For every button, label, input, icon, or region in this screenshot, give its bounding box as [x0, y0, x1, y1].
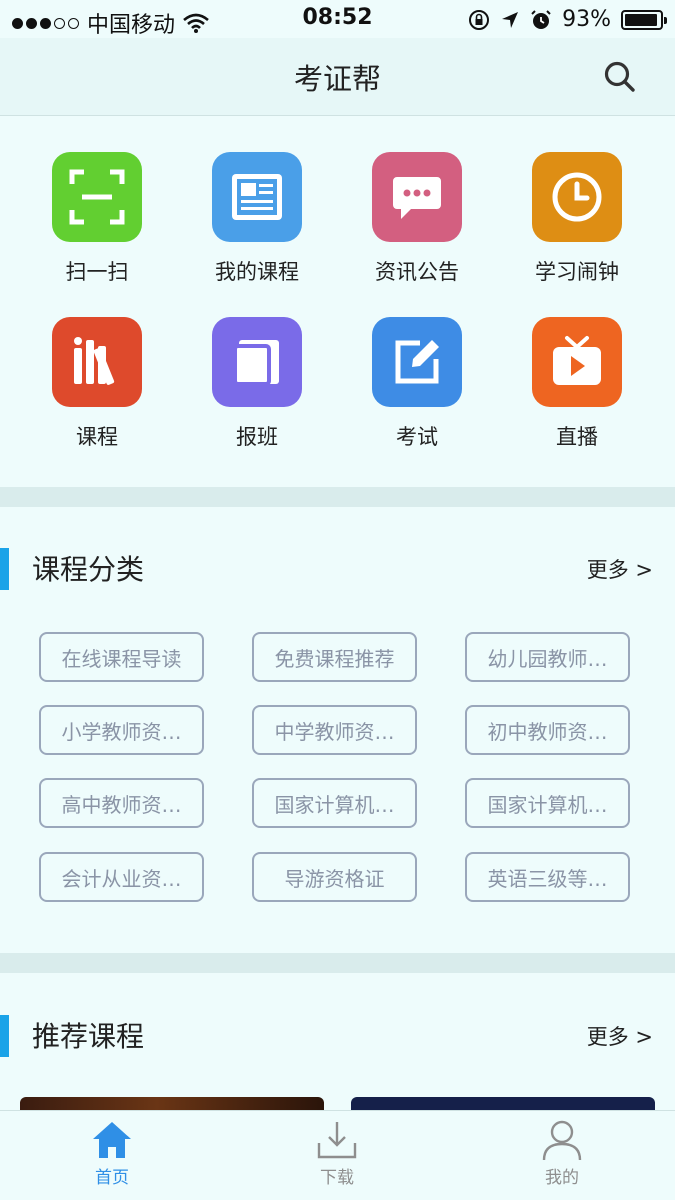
quick-item-live[interactable]: 直播	[497, 317, 657, 467]
search-icon[interactable]	[603, 60, 637, 94]
category-tag[interactable]: 小学教师资…	[39, 705, 204, 755]
quick-item-label: 资讯公告	[375, 260, 459, 284]
chat-bubble-icon	[393, 177, 441, 219]
category-tag[interactable]: 免费课程推荐	[252, 632, 417, 682]
quick-item-exam[interactable]: 考试	[337, 317, 497, 467]
edit-icon	[395, 340, 439, 384]
location-arrow-icon	[502, 11, 519, 28]
quick-item-label: 考试	[396, 425, 438, 449]
category-tag[interactable]: 会计从业资…	[39, 852, 204, 902]
battery-icon	[621, 9, 667, 30]
categories-more-link[interactable]: 更多 >	[587, 554, 653, 584]
scan-icon	[69, 169, 125, 225]
quick-item-label: 学习闹钟	[535, 260, 619, 284]
app-title: 考证帮	[293, 62, 381, 96]
section-divider	[0, 487, 675, 507]
quick-menu-grid: 扫一扫 我的课程 资讯公告 学习闹钟 课程 报班 考试 直播	[0, 117, 675, 487]
quick-item-icon-bg	[52, 152, 142, 242]
categories-header: 课程分类 更多 >	[0, 545, 675, 595]
quick-item-scan[interactable]: 扫一扫	[17, 152, 177, 302]
user-icon	[542, 1120, 582, 1161]
category-tag[interactable]: 在线课程导读	[39, 632, 204, 682]
quick-item-label: 扫一扫	[65, 260, 129, 284]
category-tag[interactable]: 高中教师资…	[39, 778, 204, 828]
download-icon	[317, 1122, 357, 1159]
quick-item-label: 我的课程	[215, 260, 299, 284]
category-tag[interactable]: 英语三级等…	[465, 852, 630, 902]
app-screen: 中国移动 08:52 93% 考证帮 扫一扫 我的课程 资讯公告 学习闹钟 课程…	[0, 0, 675, 1200]
tab-download[interactable]: 下载	[277, 1119, 397, 1188]
alarm-icon	[531, 9, 551, 29]
notebook-icon	[233, 340, 279, 386]
clock-icon	[552, 172, 602, 222]
section-accent-bar	[0, 548, 9, 590]
bottom-tab-bar: 首页 下载 我的	[0, 1110, 675, 1200]
quick-item-label: 报班	[236, 425, 278, 449]
quick-item-icon-bg	[372, 317, 462, 407]
home-icon	[93, 1122, 131, 1158]
section-title: 推荐课程	[32, 1020, 145, 1053]
quick-item-study-alarm[interactable]: 学习闹钟	[497, 152, 657, 302]
tab-label: 首页	[95, 1168, 129, 1188]
quick-item-label: 课程	[76, 425, 118, 449]
category-tag[interactable]: 中学教师资…	[252, 705, 417, 755]
category-tag[interactable]: 国家计算机…	[465, 778, 630, 828]
quick-item-icon-bg	[52, 317, 142, 407]
section-title: 课程分类	[32, 553, 145, 586]
category-tag[interactable]: 初中教师资…	[465, 705, 630, 755]
category-tag[interactable]: 导游资格证	[252, 852, 417, 902]
section-accent-bar	[0, 1015, 9, 1057]
quick-item-news[interactable]: 资讯公告	[337, 152, 497, 302]
quick-item-icon-bg	[372, 152, 462, 242]
rotation-lock-icon	[469, 9, 490, 30]
status-bar: 中国移动 08:52 93%	[0, 0, 675, 38]
tab-label: 下载	[320, 1168, 354, 1188]
news-icon	[232, 174, 282, 220]
tv-icon	[553, 336, 601, 385]
quick-item-enroll[interactable]: 报班	[177, 317, 337, 467]
recommend-more-link[interactable]: 更多 >	[587, 1021, 653, 1051]
battery-percentage: 93%	[562, 7, 611, 32]
status-right: 93%	[468, 7, 667, 32]
recommend-header: 推荐课程 更多 >	[0, 1012, 675, 1062]
quick-item-icon-bg	[212, 152, 302, 242]
quick-item-courses[interactable]: 课程	[17, 317, 177, 467]
quick-item-icon-bg	[212, 317, 302, 407]
nav-bar: 考证帮	[0, 38, 675, 116]
quick-item-my-courses[interactable]: 我的课程	[177, 152, 337, 302]
battery-fill	[625, 13, 657, 26]
tab-home[interactable]: 首页	[52, 1119, 172, 1188]
tab-label: 我的	[545, 1168, 579, 1188]
quick-item-icon-bg	[532, 317, 622, 407]
section-divider	[0, 953, 675, 973]
quick-item-icon-bg	[532, 152, 622, 242]
category-tag[interactable]: 国家计算机…	[252, 778, 417, 828]
category-tag[interactable]: 幼儿园教师…	[465, 632, 630, 682]
books-icon	[74, 337, 115, 385]
quick-item-label: 直播	[556, 425, 598, 449]
tab-mine[interactable]: 我的	[502, 1119, 622, 1188]
